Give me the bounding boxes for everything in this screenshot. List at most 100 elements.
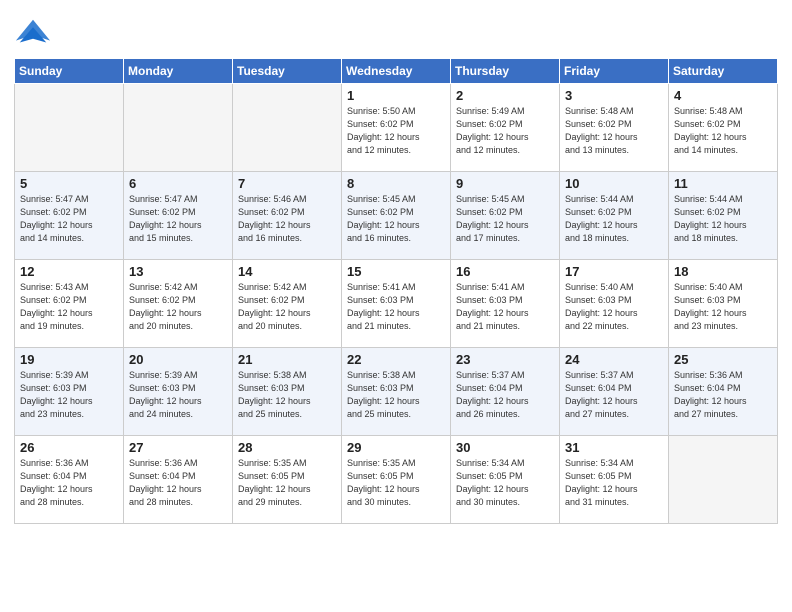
- calendar-cell: [124, 84, 233, 172]
- day-number: 30: [456, 440, 554, 455]
- calendar-cell: 4 Sunrise: 5:48 AM Sunset: 6:02 PM Daylig…: [669, 84, 778, 172]
- calendar-cell: 11 Sunrise: 5:44 AM Sunset: 6:02 PM Dayli…: [669, 172, 778, 260]
- day-number: 17: [565, 264, 663, 279]
- day-info: Sunrise: 5:44 AM Sunset: 6:02 PM Dayligh…: [565, 193, 663, 245]
- weekday-header-sunday: Sunday: [15, 59, 124, 84]
- calendar-week-row: 1 Sunrise: 5:50 AM Sunset: 6:02 PM Daylig…: [15, 84, 778, 172]
- day-info: Sunrise: 5:36 AM Sunset: 6:04 PM Dayligh…: [20, 457, 118, 509]
- day-number: 4: [674, 88, 772, 103]
- day-info: Sunrise: 5:41 AM Sunset: 6:03 PM Dayligh…: [456, 281, 554, 333]
- header: [14, 10, 778, 52]
- day-number: 13: [129, 264, 227, 279]
- day-info: Sunrise: 5:41 AM Sunset: 6:03 PM Dayligh…: [347, 281, 445, 333]
- calendar-cell: 24 Sunrise: 5:37 AM Sunset: 6:04 PM Dayli…: [560, 348, 669, 436]
- weekday-header-saturday: Saturday: [669, 59, 778, 84]
- calendar-cell: [15, 84, 124, 172]
- calendar-week-row: 12Sunrise: 5:43 AM Sunset: 6:02 PM Dayli…: [15, 260, 778, 348]
- day-info: Sunrise: 5:40 AM Sunset: 6:03 PM Dayligh…: [674, 281, 772, 333]
- day-info: Sunrise: 5:34 AM Sunset: 6:05 PM Dayligh…: [565, 457, 663, 509]
- day-info: Sunrise: 5:50 AM Sunset: 6:02 PM Dayligh…: [347, 105, 445, 157]
- day-info: Sunrise: 5:47 AM Sunset: 6:02 PM Dayligh…: [20, 193, 118, 245]
- calendar-cell: [233, 84, 342, 172]
- day-number: 3: [565, 88, 663, 103]
- day-info: Sunrise: 5:47 AM Sunset: 6:02 PM Dayligh…: [129, 193, 227, 245]
- day-number: 18: [674, 264, 772, 279]
- day-info: Sunrise: 5:37 AM Sunset: 6:04 PM Dayligh…: [456, 369, 554, 421]
- calendar-cell: 10Sunrise: 5:44 AM Sunset: 6:02 PM Dayli…: [560, 172, 669, 260]
- calendar-cell: 26 Sunrise: 5:36 AM Sunset: 6:04 PM Dayli…: [15, 436, 124, 524]
- calendar-cell: 19 Sunrise: 5:39 AM Sunset: 6:03 PM Dayli…: [15, 348, 124, 436]
- day-number: 21: [238, 352, 336, 367]
- calendar-cell: 12Sunrise: 5:43 AM Sunset: 6:02 PM Dayli…: [15, 260, 124, 348]
- calendar-cell: 31 Sunrise: 5:34 AM Sunset: 6:05 PM Dayli…: [560, 436, 669, 524]
- day-number: 24: [565, 352, 663, 367]
- day-info: Sunrise: 5:48 AM Sunset: 6:02 PM Dayligh…: [674, 105, 772, 157]
- weekday-header-wednesday: Wednesday: [342, 59, 451, 84]
- weekday-header-tuesday: Tuesday: [233, 59, 342, 84]
- day-info: Sunrise: 5:36 AM Sunset: 6:04 PM Dayligh…: [674, 369, 772, 421]
- logo: [14, 14, 56, 52]
- day-number: 22: [347, 352, 445, 367]
- day-number: 23: [456, 352, 554, 367]
- day-number: 15: [347, 264, 445, 279]
- day-info: Sunrise: 5:45 AM Sunset: 6:02 PM Dayligh…: [347, 193, 445, 245]
- day-number: 26: [20, 440, 118, 455]
- day-info: Sunrise: 5:40 AM Sunset: 6:03 PM Dayligh…: [565, 281, 663, 333]
- calendar-cell: 28 Sunrise: 5:35 AM Sunset: 6:05 PM Dayli…: [233, 436, 342, 524]
- day-info: Sunrise: 5:39 AM Sunset: 6:03 PM Dayligh…: [20, 369, 118, 421]
- calendar-cell: 29Sunrise: 5:35 AM Sunset: 6:05 PM Dayli…: [342, 436, 451, 524]
- calendar-week-row: 19 Sunrise: 5:39 AM Sunset: 6:03 PM Dayli…: [15, 348, 778, 436]
- day-number: 1: [347, 88, 445, 103]
- day-number: 25: [674, 352, 772, 367]
- calendar-cell: 17 Sunrise: 5:40 AM Sunset: 6:03 PM Dayli…: [560, 260, 669, 348]
- day-number: 7: [238, 176, 336, 191]
- day-info: Sunrise: 5:42 AM Sunset: 6:02 PM Dayligh…: [129, 281, 227, 333]
- day-info: Sunrise: 5:42 AM Sunset: 6:02 PM Dayligh…: [238, 281, 336, 333]
- day-info: Sunrise: 5:49 AM Sunset: 6:02 PM Dayligh…: [456, 105, 554, 157]
- day-number: 31: [565, 440, 663, 455]
- day-number: 27: [129, 440, 227, 455]
- calendar-cell: 1 Sunrise: 5:50 AM Sunset: 6:02 PM Daylig…: [342, 84, 451, 172]
- day-number: 19: [20, 352, 118, 367]
- calendar-cell: 16 Sunrise: 5:41 AM Sunset: 6:03 PM Dayli…: [451, 260, 560, 348]
- generalblue-logo-icon: [14, 14, 52, 52]
- calendar-cell: 30 Sunrise: 5:34 AM Sunset: 6:05 PM Dayli…: [451, 436, 560, 524]
- day-number: 5: [20, 176, 118, 191]
- calendar-table: SundayMondayTuesdayWednesdayThursdayFrid…: [14, 58, 778, 524]
- day-info: Sunrise: 5:36 AM Sunset: 6:04 PM Dayligh…: [129, 457, 227, 509]
- calendar-cell: 6Sunrise: 5:47 AM Sunset: 6:02 PM Daylig…: [124, 172, 233, 260]
- day-number: 11: [674, 176, 772, 191]
- day-info: Sunrise: 5:39 AM Sunset: 6:03 PM Dayligh…: [129, 369, 227, 421]
- day-info: Sunrise: 5:35 AM Sunset: 6:05 PM Dayligh…: [347, 457, 445, 509]
- day-number: 2: [456, 88, 554, 103]
- day-number: 16: [456, 264, 554, 279]
- calendar-week-row: 26 Sunrise: 5:36 AM Sunset: 6:04 PM Dayli…: [15, 436, 778, 524]
- day-info: Sunrise: 5:43 AM Sunset: 6:02 PM Dayligh…: [20, 281, 118, 333]
- calendar-cell: 14 Sunrise: 5:42 AM Sunset: 6:02 PM Dayli…: [233, 260, 342, 348]
- day-info: Sunrise: 5:37 AM Sunset: 6:04 PM Dayligh…: [565, 369, 663, 421]
- calendar-cell: 9Sunrise: 5:45 AM Sunset: 6:02 PM Daylig…: [451, 172, 560, 260]
- weekday-header-monday: Monday: [124, 59, 233, 84]
- calendar-cell: 3 Sunrise: 5:48 AM Sunset: 6:02 PM Daylig…: [560, 84, 669, 172]
- day-number: 28: [238, 440, 336, 455]
- calendar-cell: 18 Sunrise: 5:40 AM Sunset: 6:03 PM Dayli…: [669, 260, 778, 348]
- calendar-cell: 8Sunrise: 5:45 AM Sunset: 6:02 PM Daylig…: [342, 172, 451, 260]
- day-info: Sunrise: 5:48 AM Sunset: 6:02 PM Dayligh…: [565, 105, 663, 157]
- day-info: Sunrise: 5:38 AM Sunset: 6:03 PM Dayligh…: [347, 369, 445, 421]
- day-info: Sunrise: 5:38 AM Sunset: 6:03 PM Dayligh…: [238, 369, 336, 421]
- day-number: 20: [129, 352, 227, 367]
- calendar-cell: 5 Sunrise: 5:47 AM Sunset: 6:02 PM Daylig…: [15, 172, 124, 260]
- weekday-header-thursday: Thursday: [451, 59, 560, 84]
- calendar-cell: 21 Sunrise: 5:38 AM Sunset: 6:03 PM Dayli…: [233, 348, 342, 436]
- day-info: Sunrise: 5:46 AM Sunset: 6:02 PM Dayligh…: [238, 193, 336, 245]
- calendar-cell: 25 Sunrise: 5:36 AM Sunset: 6:04 PM Dayli…: [669, 348, 778, 436]
- calendar-week-row: 5 Sunrise: 5:47 AM Sunset: 6:02 PM Daylig…: [15, 172, 778, 260]
- calendar-cell: 15 Sunrise: 5:41 AM Sunset: 6:03 PM Dayli…: [342, 260, 451, 348]
- day-info: Sunrise: 5:35 AM Sunset: 6:05 PM Dayligh…: [238, 457, 336, 509]
- day-info: Sunrise: 5:44 AM Sunset: 6:02 PM Dayligh…: [674, 193, 772, 245]
- calendar-cell: 22 Sunrise: 5:38 AM Sunset: 6:03 PM Dayli…: [342, 348, 451, 436]
- weekday-header-friday: Friday: [560, 59, 669, 84]
- calendar-cell: [669, 436, 778, 524]
- day-number: 14: [238, 264, 336, 279]
- day-info: Sunrise: 5:34 AM Sunset: 6:05 PM Dayligh…: [456, 457, 554, 509]
